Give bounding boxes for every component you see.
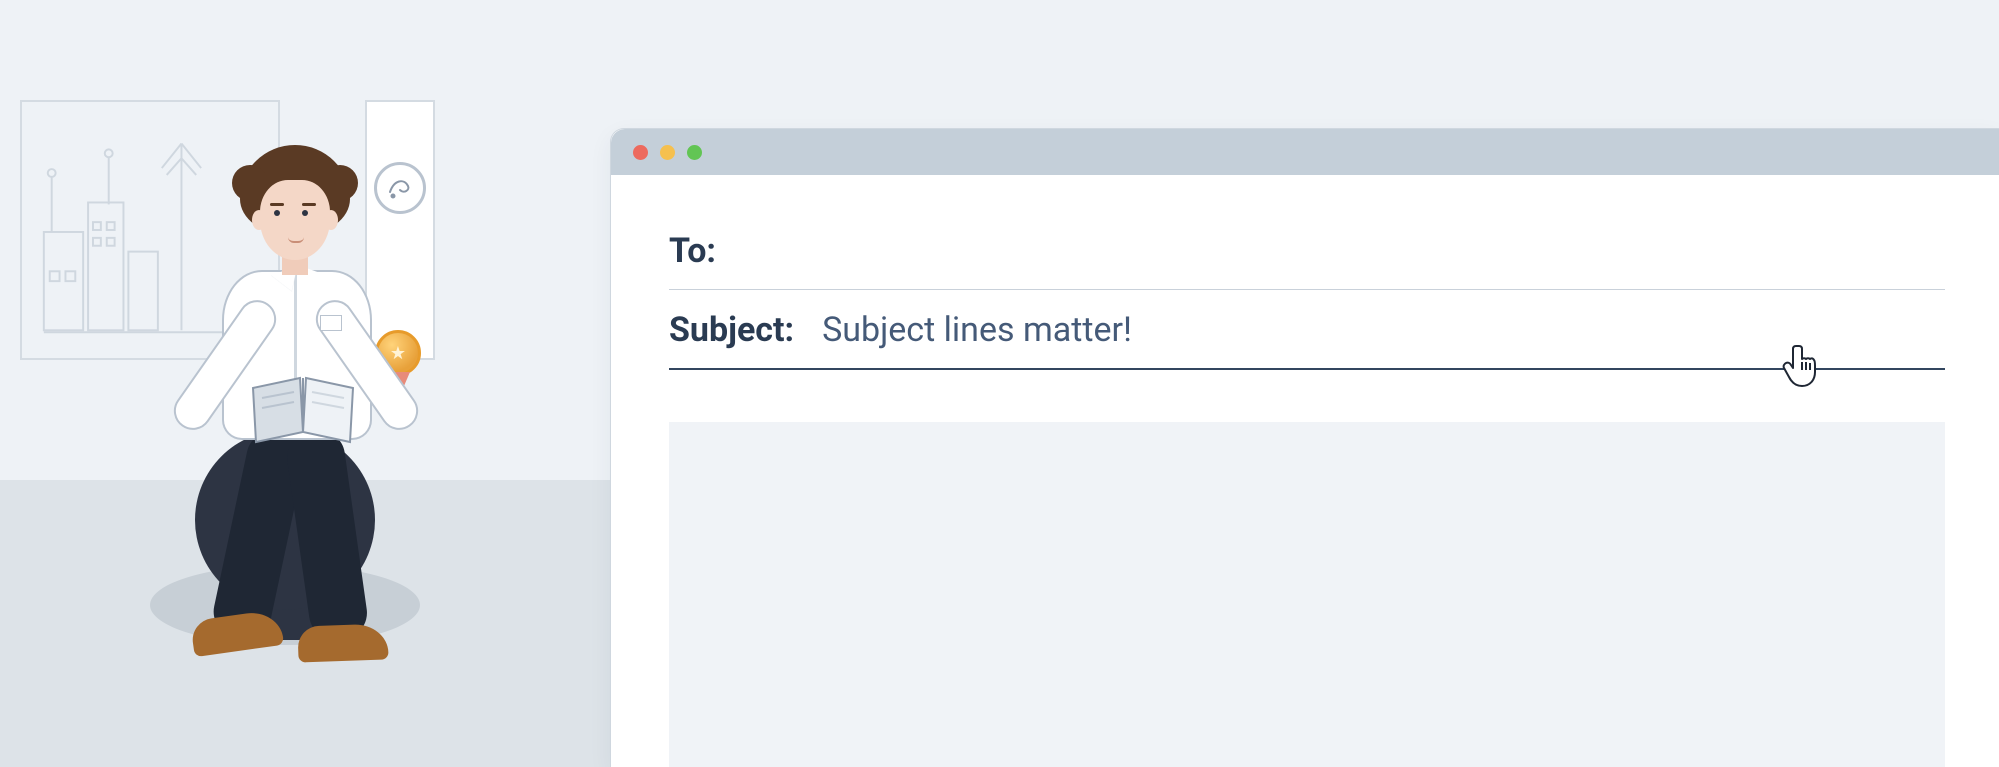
open-book-icon <box>248 370 358 450</box>
compose-fields: To: Subject: Subject lines matter! <box>611 175 1999 370</box>
to-label: To: <box>669 231 716 271</box>
minimize-icon[interactable] <box>660 145 675 160</box>
to-row[interactable]: To: <box>669 211 1945 290</box>
person-illustration <box>170 145 410 615</box>
subject-row[interactable]: Subject: Subject lines matter! <box>669 290 1945 370</box>
zoom-icon[interactable] <box>687 145 702 160</box>
hand-pointer-icon <box>1781 340 1825 388</box>
compose-body[interactable] <box>669 422 1945 767</box>
subject-input[interactable]: Subject lines matter! <box>822 310 1945 350</box>
close-icon[interactable] <box>633 145 648 160</box>
name-badge <box>320 315 342 331</box>
window-titlebar <box>611 129 1999 175</box>
compose-window: To: Subject: Subject lines matter! <box>610 128 1999 767</box>
subject-label: Subject: <box>669 310 794 350</box>
